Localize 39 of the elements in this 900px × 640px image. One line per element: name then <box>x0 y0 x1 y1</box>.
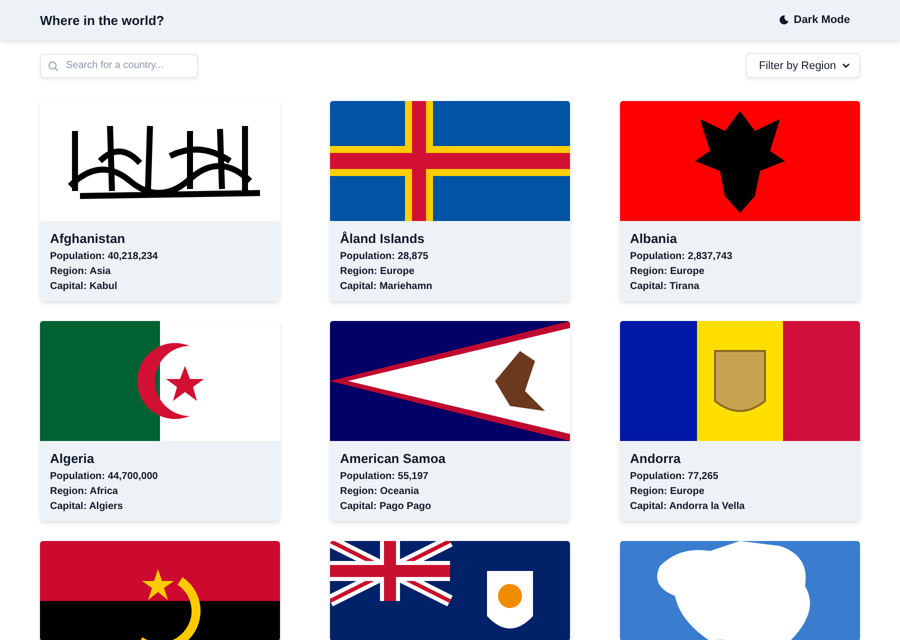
country-name: Åland Islands <box>340 231 426 246</box>
capital-text: Capital: Kabul <box>50 280 118 294</box>
capital-text: Capital: Mariehamn <box>340 280 434 294</box>
capital-text: Capital: Pago Pago <box>340 500 432 514</box>
region-text: Region: Oceania <box>340 485 420 499</box>
population-text: Population: 55,197 <box>340 470 430 484</box>
country-card[interactable]: Afghanistan Population: 40,218,234 Region: Asia Capital: Kabul <box>40 101 280 301</box>
capital-text: Capital: Algiers <box>50 500 124 514</box>
country-name: Algeria <box>50 451 96 466</box>
moon-icon <box>778 15 789 25</box>
region-text: Region: Asia <box>50 265 112 279</box>
search-field[interactable]: Search for a country... <box>40 54 198 78</box>
country-card[interactable]: Andorra Population: 77,265 Region: Europe Capital: Andorra la Vella <box>620 321 860 521</box>
population-text: Population: 28,875 <box>340 250 430 264</box>
capital-text: Capital: Tirana <box>630 280 700 294</box>
country-name: Afghanistan <box>50 231 126 246</box>
region-text: Region: Africa <box>50 485 119 499</box>
population-text: Population: 44,700,000 <box>50 470 159 484</box>
region-filter-dropdown[interactable]: Filter by Region <box>746 53 860 78</box>
flag-drawing[interactable] <box>330 541 570 640</box>
country-name: American Samoa <box>340 451 446 466</box>
population-text: Population: 40,218,234 <box>50 250 159 264</box>
chevron-down-icon <box>842 63 850 68</box>
population-text: Population: 2,837,743 <box>630 250 734 264</box>
capital-text: Capital: Andorra la Vella <box>630 500 746 514</box>
country-card[interactable]: American Samoa Population: 55,197 Region: Oceania Capital: Pago Pago <box>330 321 570 521</box>
region-text: Region: Europe <box>340 265 416 279</box>
country-card[interactable]: Algeria Population: 44,700,000 Region: Africa Capital: Algiers <box>40 321 280 521</box>
country-name: Andorra <box>630 451 682 466</box>
country-name: Albania <box>630 231 678 246</box>
country-card[interactable]: Åland Islands Population: 28,875 Region: Europe Capital: Mariehamn <box>330 101 570 301</box>
country-card[interactable]: Albania Population: 2,837,743 Region: Europe Capital: Tirana <box>620 101 860 301</box>
region-text: Region: Europe <box>630 265 706 279</box>
dark-mode-button[interactable]: Dark Mode <box>768 12 860 28</box>
site-title: Where in the world? <box>40 12 164 28</box>
population-text: Population: 77,265 <box>630 470 720 484</box>
flag-drawing[interactable] <box>40 541 280 640</box>
search-icon <box>48 60 59 72</box>
region-text: Region: Europe <box>630 485 706 499</box>
